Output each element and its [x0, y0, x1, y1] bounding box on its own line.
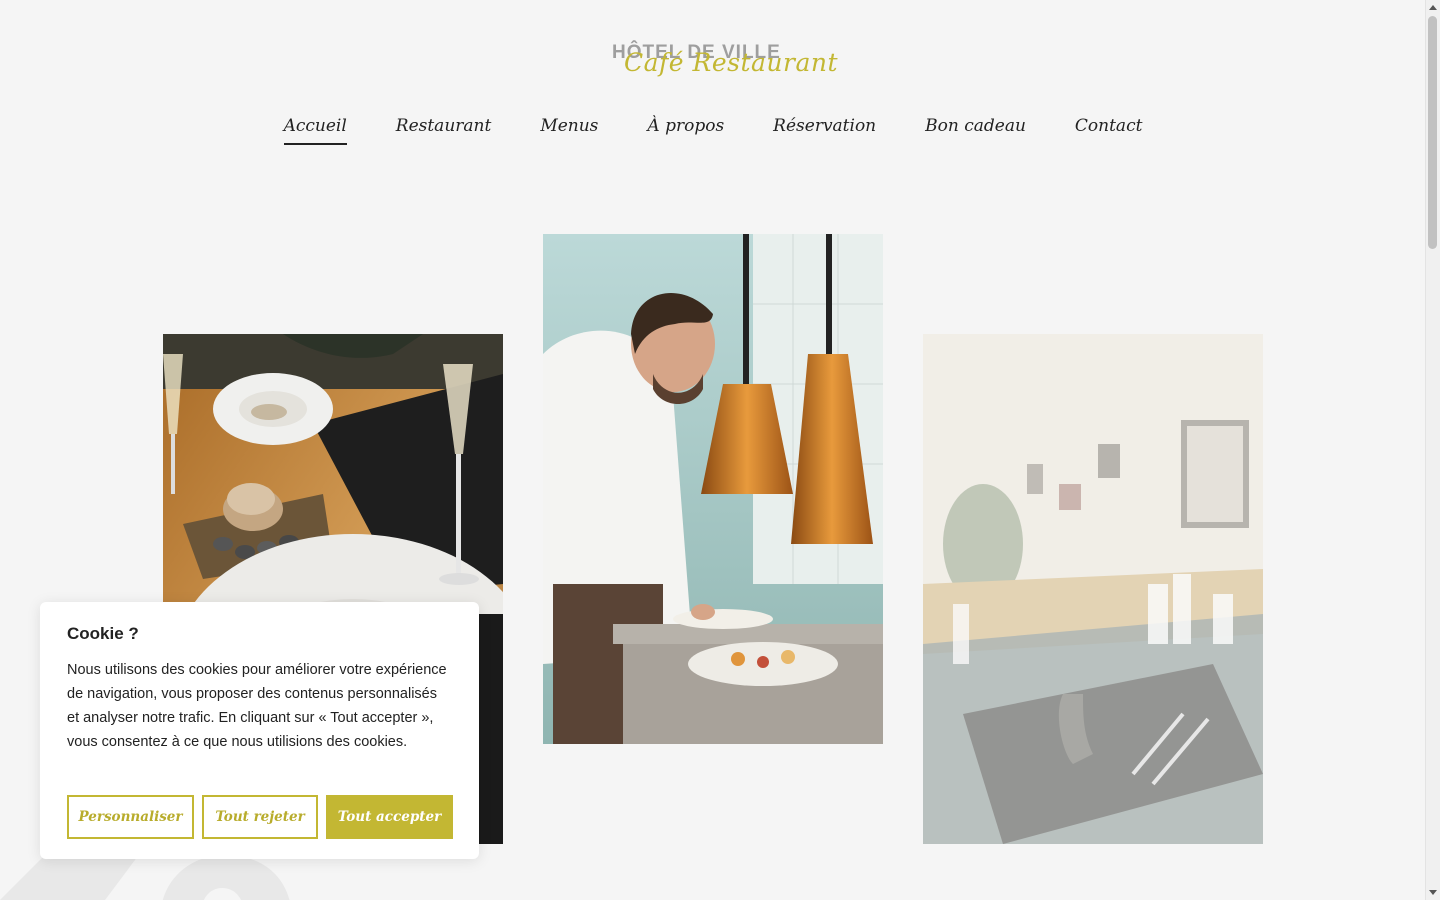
cookie-banner-text: Nous utilisons des cookies pour améliore…	[67, 662, 447, 750]
cookie-banner-title: Cookie ?	[67, 624, 139, 643]
nav-item-a-propos[interactable]: À propos	[647, 112, 724, 145]
cookie-accept-all-button[interactable]: Tout accepter	[326, 795, 453, 839]
nav-item-restaurant[interactable]: Restaurant	[396, 112, 492, 145]
main-nav: Accueil Restaurant Menus À propos Réserv…	[0, 112, 1426, 145]
page-scrollbar[interactable]	[1425, 0, 1440, 900]
nav-item-accueil[interactable]: Accueil	[283, 112, 347, 145]
cookie-reject-all-button[interactable]: Tout rejeter	[202, 795, 318, 839]
scroll-up-arrow-icon[interactable]	[1429, 5, 1437, 10]
gallery-photo-chef	[543, 234, 883, 744]
nav-item-contact[interactable]: Contact	[1075, 112, 1143, 145]
nav-item-menus[interactable]: Menus	[540, 112, 598, 145]
logo-cafe-restaurant: Café Restaurant	[624, 48, 839, 77]
cookie-consent-banner: Cookie ? Nous utilisons des cookies pour…	[40, 602, 479, 859]
scrollbar-thumb[interactable]	[1428, 16, 1437, 249]
cookie-button-group: Personnaliser Tout rejeter Tout accepter	[67, 795, 453, 839]
site-logo[interactable]: HÔTEL DE VILLE Café Restaurant	[600, 38, 840, 88]
gallery-photo-dining-room	[923, 334, 1263, 844]
page: HÔTEL DE VILLE Café Restaurant Accueil R…	[0, 0, 1440, 900]
nav-item-reservation[interactable]: Réservation	[773, 112, 876, 145]
cookie-customize-button[interactable]: Personnaliser	[67, 795, 194, 839]
scroll-down-arrow-icon[interactable]	[1429, 890, 1437, 895]
nav-item-bon-cadeau[interactable]: Bon cadeau	[925, 112, 1026, 145]
